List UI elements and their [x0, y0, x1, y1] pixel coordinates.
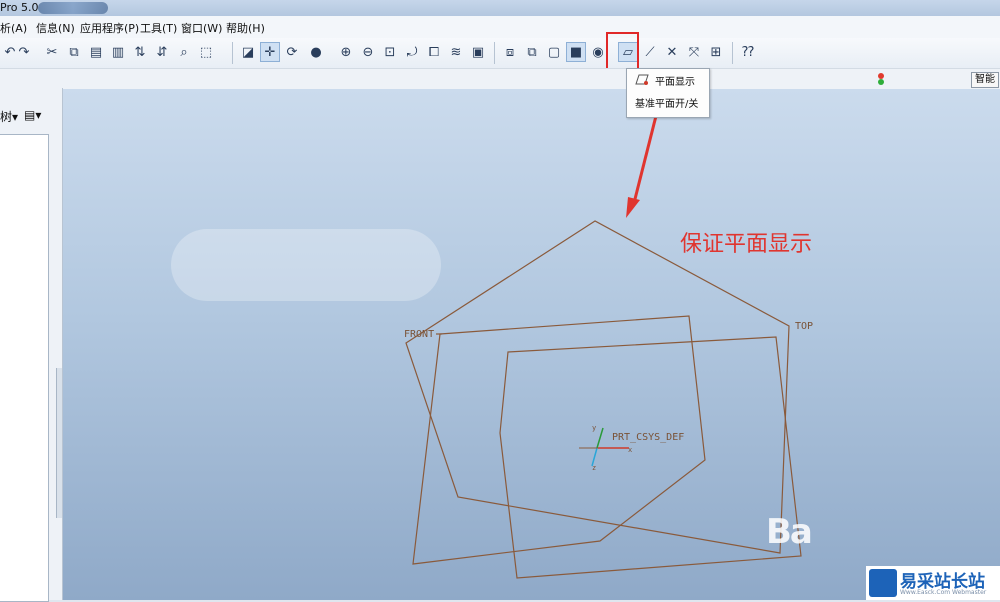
csys-label: PRT_CSYS_DEF [612, 432, 684, 443]
axis-x-label: x [628, 446, 632, 454]
annotation-arrow [626, 111, 659, 218]
site-logo: 易采站长站 Www.Easck.Com Webmaster [866, 566, 1000, 600]
annotation-text: 保证平面显示 [680, 232, 813, 257]
axis-y-label: y [592, 424, 596, 432]
axis-z-label: z [592, 464, 596, 472]
front-label: FRONT [404, 329, 434, 340]
baidu-watermark: Ba [766, 512, 813, 552]
tooltip: 平面显示 基准平面开/关 [626, 68, 710, 118]
top-label: TOP [795, 321, 813, 332]
tooltip-description: 基准平面开/关 [635, 99, 699, 110]
datum-plane-top [499, 336, 802, 579]
datum-plane-right [405, 220, 790, 554]
tooltip-title: 平面显示 [655, 77, 695, 88]
datum-geometry: FRONT TOP PRT_CSYS_DEF y x z [404, 111, 813, 579]
datum-plane-icon [635, 74, 649, 85]
site-logo-subtext: Www.Easck.Com Webmaster [900, 589, 987, 596]
site-logo-icon [869, 569, 897, 597]
